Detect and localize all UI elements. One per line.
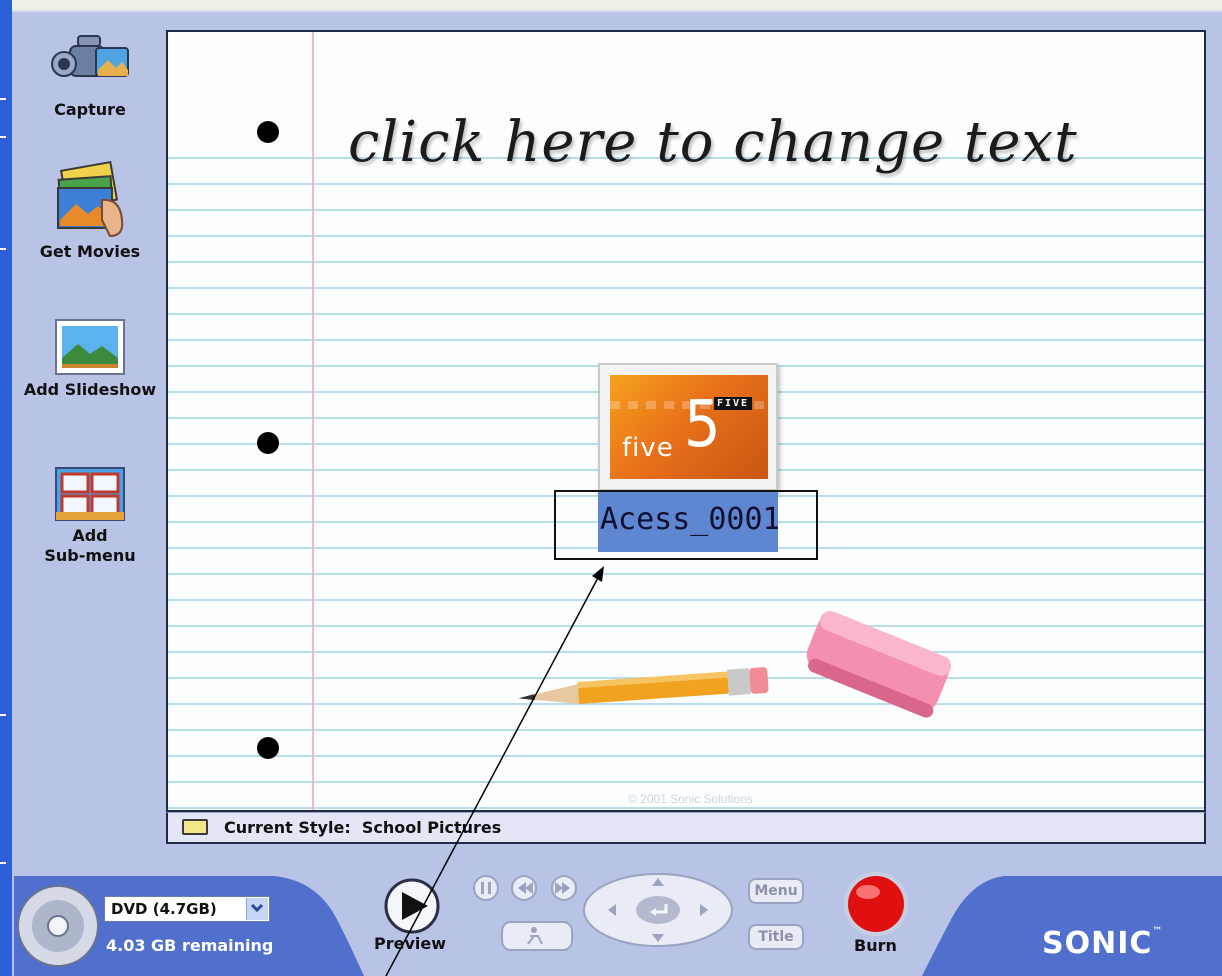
disc-size-value: DVD (4.7GB)	[111, 900, 217, 918]
capture-label: Capture	[54, 100, 126, 119]
burn-label[interactable]: Burn	[854, 936, 897, 955]
binder-hole-bottom	[257, 737, 279, 759]
get-movies-label: Get Movies	[39, 242, 141, 261]
bottom-control-bar: DVD (4.7GB) 4.03 GB remaining Preview Me…	[14, 866, 1222, 976]
disc-icon	[17, 885, 99, 967]
thumbnail-image: five 5 FIVE	[610, 375, 768, 479]
sonic-logo: SONIC™	[1042, 926, 1164, 961]
chevron-down-icon[interactable]	[246, 898, 268, 920]
preview-play-icon	[384, 878, 440, 934]
thumbnail-tag: FIVE	[714, 397, 753, 410]
burn-record-icon	[844, 872, 908, 936]
slideshow-icon	[55, 319, 125, 375]
add-slideshow-label: Add Slideshow	[23, 380, 157, 399]
current-style-name: School Pictures	[361, 818, 502, 837]
window-left-edge	[0, 0, 12, 976]
current-style-label: Current Style:	[224, 818, 351, 837]
capture-button[interactable]: Capture	[20, 30, 160, 120]
thumbnail-word: five	[622, 433, 674, 463]
disc-remaining: 4.03 GB remaining	[106, 936, 274, 955]
add-submenu-button[interactable]: Add Sub-menu	[20, 466, 160, 566]
slow-motion-icon	[501, 921, 573, 951]
navigation-pad	[583, 873, 733, 947]
menu-canvas[interactable]: click here to change text five 5 FIVE Ac…	[166, 30, 1206, 812]
preview-label[interactable]: Preview	[374, 934, 446, 953]
disc-size-select[interactable]: DVD (4.7GB)	[104, 896, 270, 922]
menu-button[interactable]: Menu	[748, 878, 804, 904]
get-movies-button[interactable]: Get Movies	[20, 160, 160, 262]
binder-hole-top	[257, 121, 279, 143]
submenu-icon	[55, 467, 125, 521]
menu-title-text[interactable]: click here to change text	[348, 110, 1078, 175]
menu-item-label-box	[554, 490, 818, 560]
film-clips-icon	[57, 160, 124, 238]
style-swatch-icon[interactable]	[182, 819, 208, 835]
add-slideshow-button[interactable]: Add Slideshow	[20, 318, 160, 400]
next-chapter-icon	[551, 875, 577, 901]
style-status-bar: Current Style: School Pictures	[166, 812, 1206, 844]
eraser-decoration	[806, 610, 952, 718]
menu-item-thumbnail[interactable]: five 5 FIVE	[598, 363, 778, 491]
binder-hole-middle	[257, 432, 279, 454]
previous-chapter-icon	[511, 875, 537, 901]
title-button[interactable]: Title	[748, 924, 804, 950]
add-submenu-label-line1: Add	[72, 526, 108, 545]
copyright-text: © 2001 Sonic Solutions	[628, 792, 753, 806]
add-submenu-label-line2: Sub-menu	[44, 546, 136, 565]
camcorder-icon	[51, 35, 129, 77]
pause-icon	[473, 875, 499, 901]
